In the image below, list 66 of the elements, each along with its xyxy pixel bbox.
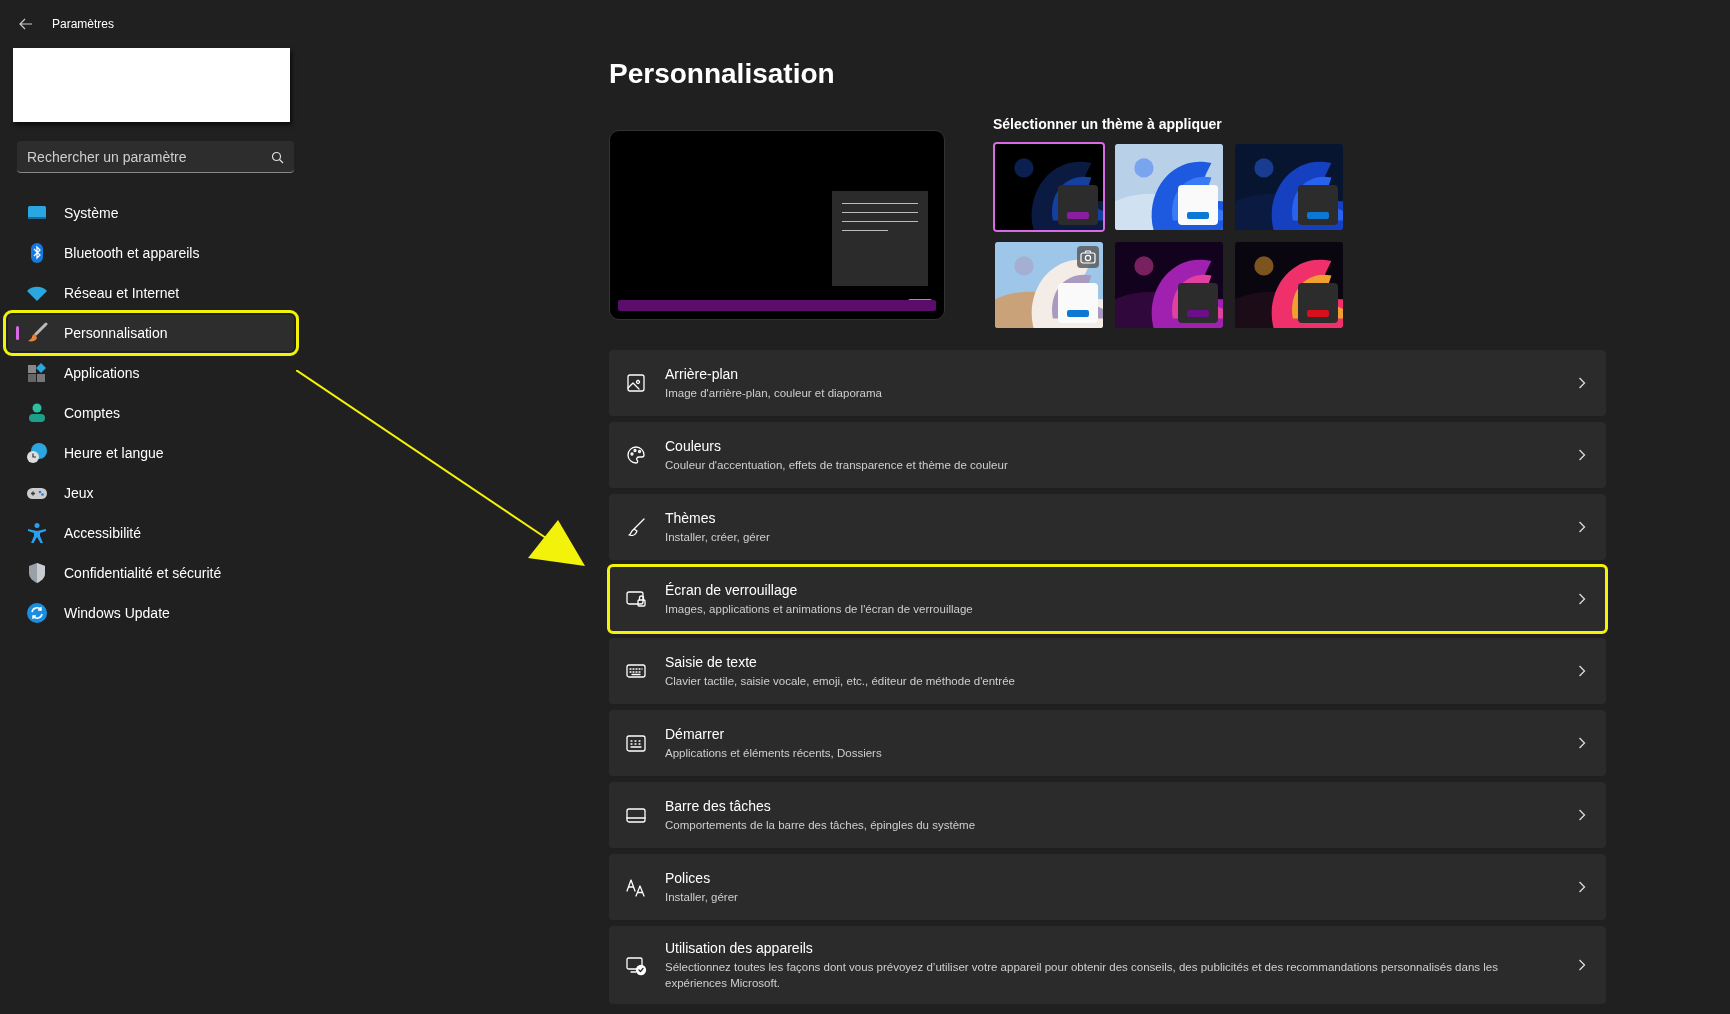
row-description: Clavier tactile, saisie vocale, emoji, etc., éditeur de méthode d'entrée (665, 673, 1016, 689)
chevron-icon (1578, 737, 1586, 749)
settings-row[interactable]: Écran de verrouillage Images, applications et animations de l'écran de verrouillage (609, 566, 1606, 632)
row-description: Installer, gérer (665, 889, 739, 905)
person-icon (26, 402, 48, 424)
settings-row[interactable]: Couleurs Couleur d'accentuation, effets de transparence et thème de couleur (609, 422, 1606, 488)
sidebar-item[interactable]: Applications (8, 355, 294, 391)
chevron-icon (1578, 593, 1586, 605)
device-check-icon (625, 954, 647, 976)
sidebar-item[interactable]: Windows Update (8, 595, 294, 631)
brush-icon (26, 322, 48, 344)
sidebar-item[interactable]: Accessibilité (8, 515, 294, 551)
window-title: Paramètres (52, 17, 115, 31)
row-description: Installer, créer, gérer (665, 529, 771, 545)
settings-row[interactable]: Démarrer Applications et éléments récents, Dossiers (609, 710, 1606, 776)
row-title: Écran de verrouillage (665, 581, 799, 598)
chevron-icon (1578, 881, 1586, 893)
chevron-icon (1578, 449, 1586, 461)
sidebar-item[interactable]: Confidentialité et sécurité (8, 555, 294, 591)
settings-row[interactable]: Thèmes Installer, créer, gérer (609, 494, 1606, 560)
row-title: Barre des tâches (665, 797, 772, 814)
update-icon (26, 602, 48, 624)
row-title: Saisie de texte (665, 653, 758, 670)
row-description: Comportements de la barre des tâches, épingles du système (665, 817, 977, 833)
row-title: Polices (665, 869, 712, 886)
start-menu-icon (625, 732, 647, 754)
sidebar-item[interactable]: Réseau et Internet (8, 275, 294, 311)
row-description: Applications et éléments récents, Dossiers (665, 745, 883, 761)
themes-label: Sélectionner un thème à appliquer (993, 116, 1223, 132)
chevron-icon (1578, 521, 1586, 533)
settings-row[interactable]: Saisie de texte Clavier tactile, saisie vocale, emoji, etc., éditeur de méthode d'entrée (609, 638, 1606, 704)
chevron-icon (1578, 809, 1586, 821)
globe-clock-icon (26, 442, 48, 464)
search-field[interactable]: Rechercher un paramètre (17, 141, 294, 173)
row-title: Couleurs (665, 437, 723, 454)
palette-icon (625, 444, 647, 466)
sidebar-item[interactable]: Système (8, 195, 294, 231)
accessibility-icon (26, 522, 48, 544)
row-description: Sélectionnez toutes les façons dont vous prévoyez d’utiliser votre appareil pour obtenir des conseils, des publicités et des recommandations personnalisés dans les expériences Microsoft. (665, 959, 1499, 991)
sidebar-item[interactable]: Bluetooth et appareils (8, 235, 294, 271)
row-description: Image d'arrière-plan, couleur et diaporama (665, 385, 883, 401)
chevron-icon (1578, 959, 1586, 971)
search-icon (271, 151, 284, 164)
row-title: Thèmes (665, 509, 717, 526)
shield-icon (26, 562, 48, 584)
settings-row[interactable]: Arrière-plan Image d'arrière-plan, couleur et diaporama (609, 350, 1606, 416)
row-description: Images, applications et animations de l'écran de verrouillage (665, 601, 974, 617)
settings-row[interactable] (609, 926, 1606, 1004)
settings-row[interactable]: Barre des tâches Comportements de la barre des tâches, épingles du système (609, 782, 1606, 848)
row-description: Couleur d'accentuation, effets de transparence et thème de couleur (665, 457, 1009, 473)
back-icon[interactable] (18, 16, 34, 32)
camera-icon (1077, 246, 1099, 268)
row-title: Utilisation des appareils (665, 939, 814, 956)
chevron-icon (1578, 665, 1586, 677)
page-title: Personnalisation (609, 58, 836, 90)
sidebar-item[interactable]: Jeux (8, 475, 294, 511)
lock-screen-icon (625, 588, 647, 610)
chevron-icon (1578, 377, 1586, 389)
selection-indicator (16, 326, 19, 340)
image-icon (625, 372, 647, 394)
apps-icon (26, 362, 48, 384)
row-title: Arrière-plan (665, 365, 740, 382)
row-title: Démarrer (665, 725, 726, 742)
sidebar-item[interactable]: Heure et langue (8, 435, 294, 471)
settings-row[interactable]: Polices Installer, gérer (609, 854, 1606, 920)
sidebar-item[interactable]: Comptes (8, 395, 294, 431)
